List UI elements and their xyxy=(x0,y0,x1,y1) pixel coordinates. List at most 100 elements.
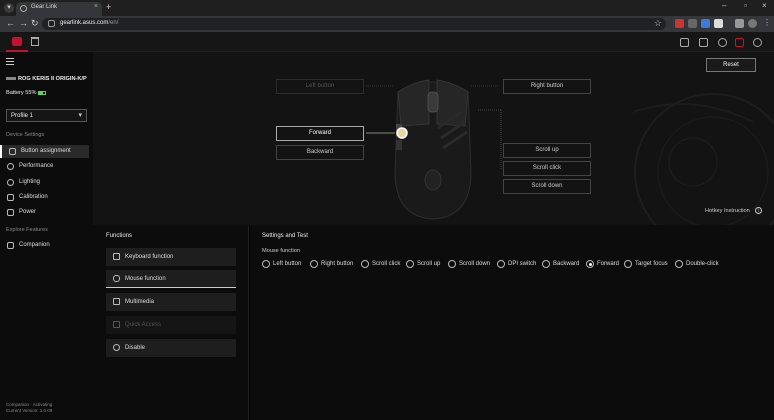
sidebar-item-companion[interactable]: Companion xyxy=(0,239,89,252)
radio-label: Left button xyxy=(273,261,302,267)
quick-access-icon xyxy=(113,321,120,328)
url-text: gearlink.asus.com/en/ xyxy=(60,20,119,26)
device-settings-header: Device Settings xyxy=(6,132,45,138)
battery-icon xyxy=(38,90,47,95)
app-header xyxy=(0,32,774,52)
browser-tab-bar: ▾ Gear Link × + – ▫ × xyxy=(0,0,774,16)
sidebar-item-lighting[interactable]: Lighting xyxy=(0,176,89,189)
radio-label: Right button xyxy=(321,261,354,267)
info-icon: i xyxy=(754,207,762,214)
profile-avatar[interactable] xyxy=(748,19,757,28)
assign-backward-button[interactable]: Backward xyxy=(276,145,364,160)
function-disable[interactable]: Disable xyxy=(106,339,236,357)
tab-close-icon[interactable]: × xyxy=(94,3,98,10)
sidebar-item-performance[interactable]: Performance xyxy=(0,160,89,173)
assign-forward-button[interactable]: Forward xyxy=(276,126,364,141)
assign-scroll-click-button[interactable]: Scroll click xyxy=(503,161,591,176)
reload-icon[interactable]: ↻ xyxy=(31,18,39,29)
disable-icon xyxy=(113,344,120,351)
battery-status: Battery 55% xyxy=(6,90,47,96)
hamburger-menu-icon[interactable] xyxy=(6,58,14,67)
sidebar: ROG KERIS II ORIGIN-K/P Battery 55% Prof… xyxy=(0,52,93,420)
radio-label: Scroll click xyxy=(372,261,401,267)
multimedia-icon xyxy=(113,298,120,305)
extension-icon[interactable] xyxy=(688,19,697,28)
site-info-icon[interactable] xyxy=(48,20,55,27)
radio-circle-icon xyxy=(542,260,550,268)
function-quick-access: Quick Access xyxy=(106,316,236,334)
device-name: ROG KERIS II ORIGIN-K/P xyxy=(6,76,87,82)
browser-toolbar: ← → ↻ gearlink.asus.com/en/ ☆ ⋮ xyxy=(0,16,774,32)
radio-label: DPI switch xyxy=(508,261,537,267)
reset-button[interactable]: Reset xyxy=(706,58,756,72)
sidebar-item-calibration[interactable]: Calibration xyxy=(0,191,89,204)
extension-icon[interactable] xyxy=(675,19,684,28)
radio-label: Forward xyxy=(597,261,620,267)
settings-gear-icon[interactable] xyxy=(753,38,762,47)
radio-circle-icon xyxy=(361,260,369,268)
radio-circle-icon xyxy=(497,260,505,268)
browser-menu-icon[interactable]: ⋮ xyxy=(763,18,771,27)
sync-icon[interactable] xyxy=(699,38,708,47)
forward-icon[interactable]: → xyxy=(19,18,28,28)
function-keyboard[interactable]: Keyboard function xyxy=(106,248,236,266)
tab-title: Gear Link xyxy=(31,4,58,10)
extensions-puzzle-icon[interactable] xyxy=(735,19,744,28)
radio-label: Target focus xyxy=(635,261,668,267)
hotkey-instruction-link[interactable]: Hotkey Instruction i xyxy=(705,207,762,214)
power-battery-icon xyxy=(7,209,14,216)
mouse-function-label: Mouse function xyxy=(262,248,300,254)
sidebar-item-power[interactable]: Power xyxy=(0,206,89,219)
mouse-device-icon xyxy=(12,37,22,46)
radio-label: Scroll down xyxy=(459,261,491,267)
calibration-icon xyxy=(7,194,14,201)
explore-features-header: Explore Features xyxy=(6,227,48,233)
settings-panel xyxy=(250,225,774,420)
extension-icon[interactable] xyxy=(701,19,710,28)
tab-search-icon[interactable]: ▾ xyxy=(4,3,14,13)
radio-label: Backward xyxy=(553,261,580,267)
browser-tab[interactable]: Gear Link × xyxy=(16,2,102,16)
assign-scroll-up-button[interactable]: Scroll up xyxy=(503,143,591,158)
new-tab-icon[interactable]: + xyxy=(106,2,111,12)
mouse-panel xyxy=(93,52,774,225)
functions-title: Functions xyxy=(106,233,133,239)
back-icon[interactable]: ← xyxy=(6,18,15,28)
mouse-icon xyxy=(9,148,16,155)
device-mini-icon xyxy=(6,77,16,81)
function-mouse[interactable]: Mouse function xyxy=(106,270,236,288)
maximize-icon[interactable]: ▫ xyxy=(744,1,747,10)
assign-right-button[interactable]: Right button xyxy=(503,79,591,94)
radio-circle-icon xyxy=(448,260,456,268)
address-bar[interactable]: gearlink.asus.com/en/ ☆ xyxy=(42,18,666,30)
function-multimedia[interactable]: Multimedia xyxy=(106,293,236,311)
update-icon[interactable] xyxy=(718,38,727,47)
close-window-icon[interactable]: × xyxy=(762,1,767,10)
minimize-icon[interactable]: – xyxy=(722,1,726,10)
gauge-icon xyxy=(7,163,14,170)
profile-select[interactable]: Profile 1 ▾ xyxy=(6,109,87,122)
radio-circle-icon xyxy=(586,260,594,268)
mouse-illustration xyxy=(366,79,774,225)
device-tab[interactable] xyxy=(6,33,28,52)
screen-icon[interactable] xyxy=(680,38,689,47)
radio-circle-icon xyxy=(262,260,270,268)
assign-left-button[interactable]: Left button xyxy=(276,79,364,94)
radio-label: Scroll up xyxy=(417,261,441,267)
radio-circle-icon xyxy=(675,260,683,268)
tab-favicon-icon xyxy=(20,5,27,12)
notification-bell-icon[interactable] xyxy=(735,38,744,47)
radio-circle-icon xyxy=(624,260,632,268)
store-icon[interactable] xyxy=(31,37,39,46)
radio-label: Double-click xyxy=(686,261,719,267)
assign-scroll-down-button[interactable]: Scroll down xyxy=(503,179,591,194)
sidebar-item-button-assignment[interactable]: Button assignment xyxy=(0,145,89,158)
radio-circle-icon xyxy=(406,260,414,268)
keyboard-icon xyxy=(113,253,120,260)
sidebar-footer: Companion · Activating Current Version: 1… xyxy=(6,402,53,413)
lighting-icon xyxy=(7,179,14,186)
bookmark-star-icon[interactable]: ☆ xyxy=(654,18,662,29)
extension-icon[interactable] xyxy=(714,19,723,28)
settings-title: Settings and Test xyxy=(262,233,308,239)
radio-circle-icon xyxy=(310,260,318,268)
